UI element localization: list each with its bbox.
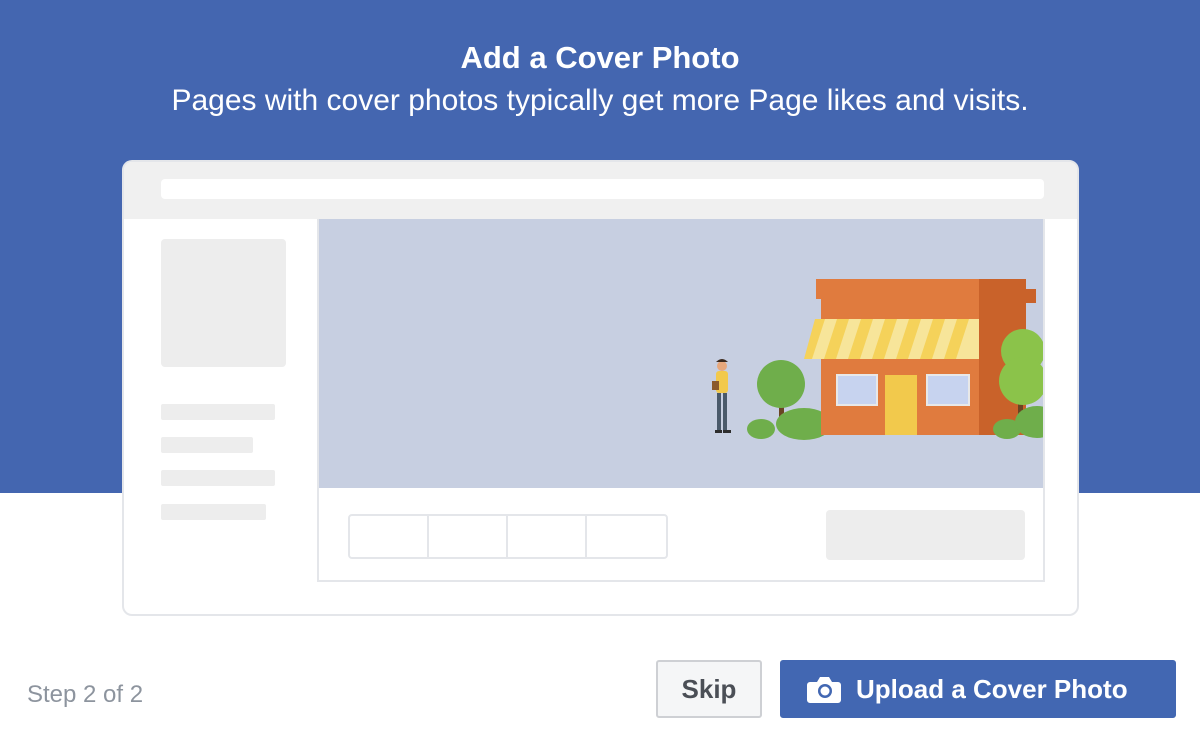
store-building-illustration	[804, 279, 1036, 435]
upload-button-label: Upload a Cover Photo	[856, 673, 1128, 704]
person-illustration	[712, 359, 731, 433]
preview-sidebar-line	[161, 470, 275, 486]
preview-action-button	[826, 510, 1025, 560]
storefront-illustration	[712, 279, 1043, 440]
preview-sidebar-line	[161, 437, 253, 453]
page-preview-illustration	[122, 160, 1079, 616]
tree-illustration	[747, 360, 832, 440]
preview-cover-area	[317, 219, 1045, 582]
upload-cover-photo-button[interactable]: Upload a Cover Photo	[780, 660, 1176, 718]
preview-profile-picture	[161, 239, 286, 367]
preview-cover-photo	[319, 219, 1043, 488]
preview-tab	[508, 516, 587, 557]
camera-icon	[806, 675, 842, 703]
preview-sidebar-line	[161, 404, 275, 420]
preview-tab	[429, 516, 508, 557]
preview-tab-bar	[348, 514, 668, 559]
skip-button[interactable]: Skip	[656, 660, 762, 718]
dialog-subtitle: Pages with cover photos typically get mo…	[171, 84, 1029, 117]
dialog-title: Add a Cover Photo	[460, 40, 740, 75]
preview-tab	[350, 516, 429, 557]
preview-tab	[587, 516, 666, 557]
preview-address-bar	[161, 179, 1044, 199]
preview-browser-bar	[124, 162, 1077, 219]
step-indicator: Step 2 of 2	[27, 681, 144, 708]
preview-sidebar-line	[161, 504, 266, 520]
